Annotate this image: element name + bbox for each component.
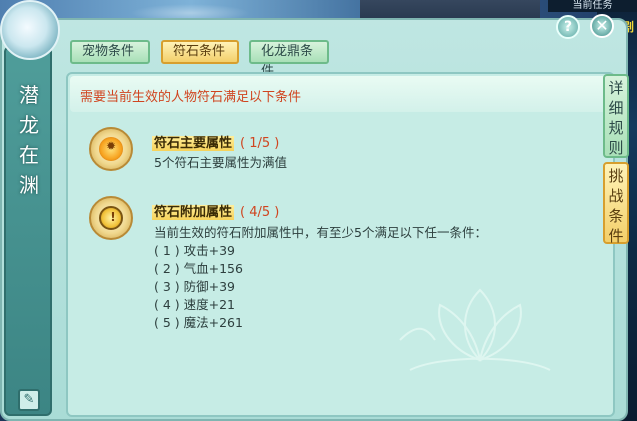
- side-title-char: 潜: [19, 83, 41, 107]
- conditions-header: 需要当前生效的人物符石满足以下条件: [80, 90, 302, 105]
- side-title-char: 龙: [19, 113, 41, 137]
- edit-icon[interactable]: ✎: [18, 389, 40, 411]
- condition-item: ( 4 ) 速度+21: [154, 297, 236, 312]
- challenge-conditions-button[interactable]: 挑战条件: [603, 162, 629, 245]
- rune-extra-title: 符石附加属性 ( 4/5 ): [152, 201, 279, 220]
- rune-extra-description: 当前生效的符石附加属性中，有至少5个满足以下任一条件：: [154, 225, 487, 240]
- condition-item: ( 5 ) 魔法+261: [154, 315, 243, 330]
- quest-tracker-label[interactable]: 当前任务: [548, 0, 637, 12]
- rune-primary-description: 5个符石主要属性为满值: [154, 155, 287, 170]
- side-title-char: 渊: [19, 173, 41, 197]
- rune-primary-progress: ( 1/5 ): [240, 136, 280, 151]
- jade-orb-decoration: [0, 0, 60, 60]
- condition-item: ( 2 ) 气血+156: [154, 261, 243, 276]
- rune-extra-name: 符石附加属性: [152, 205, 235, 220]
- condition-item: ( 1 ) 攻击+39: [154, 243, 236, 258]
- tab-dragon-cauldron-conditions[interactable]: 化龙鼎条件: [249, 40, 329, 79]
- rune-primary-name: 符石主要属性: [152, 136, 235, 151]
- rune-extra-progress: ( 4/5 ): [240, 205, 280, 220]
- side-title-char: 在: [19, 143, 41, 167]
- tab-rune-conditions[interactable]: 符石条件: [161, 40, 239, 64]
- close-icon[interactable]: ✕: [590, 14, 614, 38]
- dialog-side-title: 潜 龙 在 渊: [18, 80, 42, 200]
- help-icon[interactable]: ?: [556, 15, 580, 39]
- rune-extra-condition-list: ( 1 ) 攻击+39 ( 2 ) 气血+156 ( 3 ) 防御+39 ( 4…: [154, 242, 243, 332]
- rune-primary-title: 符石主要属性 ( 1/5 ): [152, 132, 279, 151]
- condition-item: ( 3 ) 防御+39: [154, 279, 236, 294]
- lotus-watermark: [399, 288, 551, 371]
- detailed-rules-button[interactable]: 详细规则: [603, 74, 629, 158]
- rune-extra-icon: !: [89, 196, 133, 240]
- tab-pet-conditions[interactable]: 宠物条件: [70, 40, 150, 64]
- rune-primary-icon: ✹: [89, 127, 133, 171]
